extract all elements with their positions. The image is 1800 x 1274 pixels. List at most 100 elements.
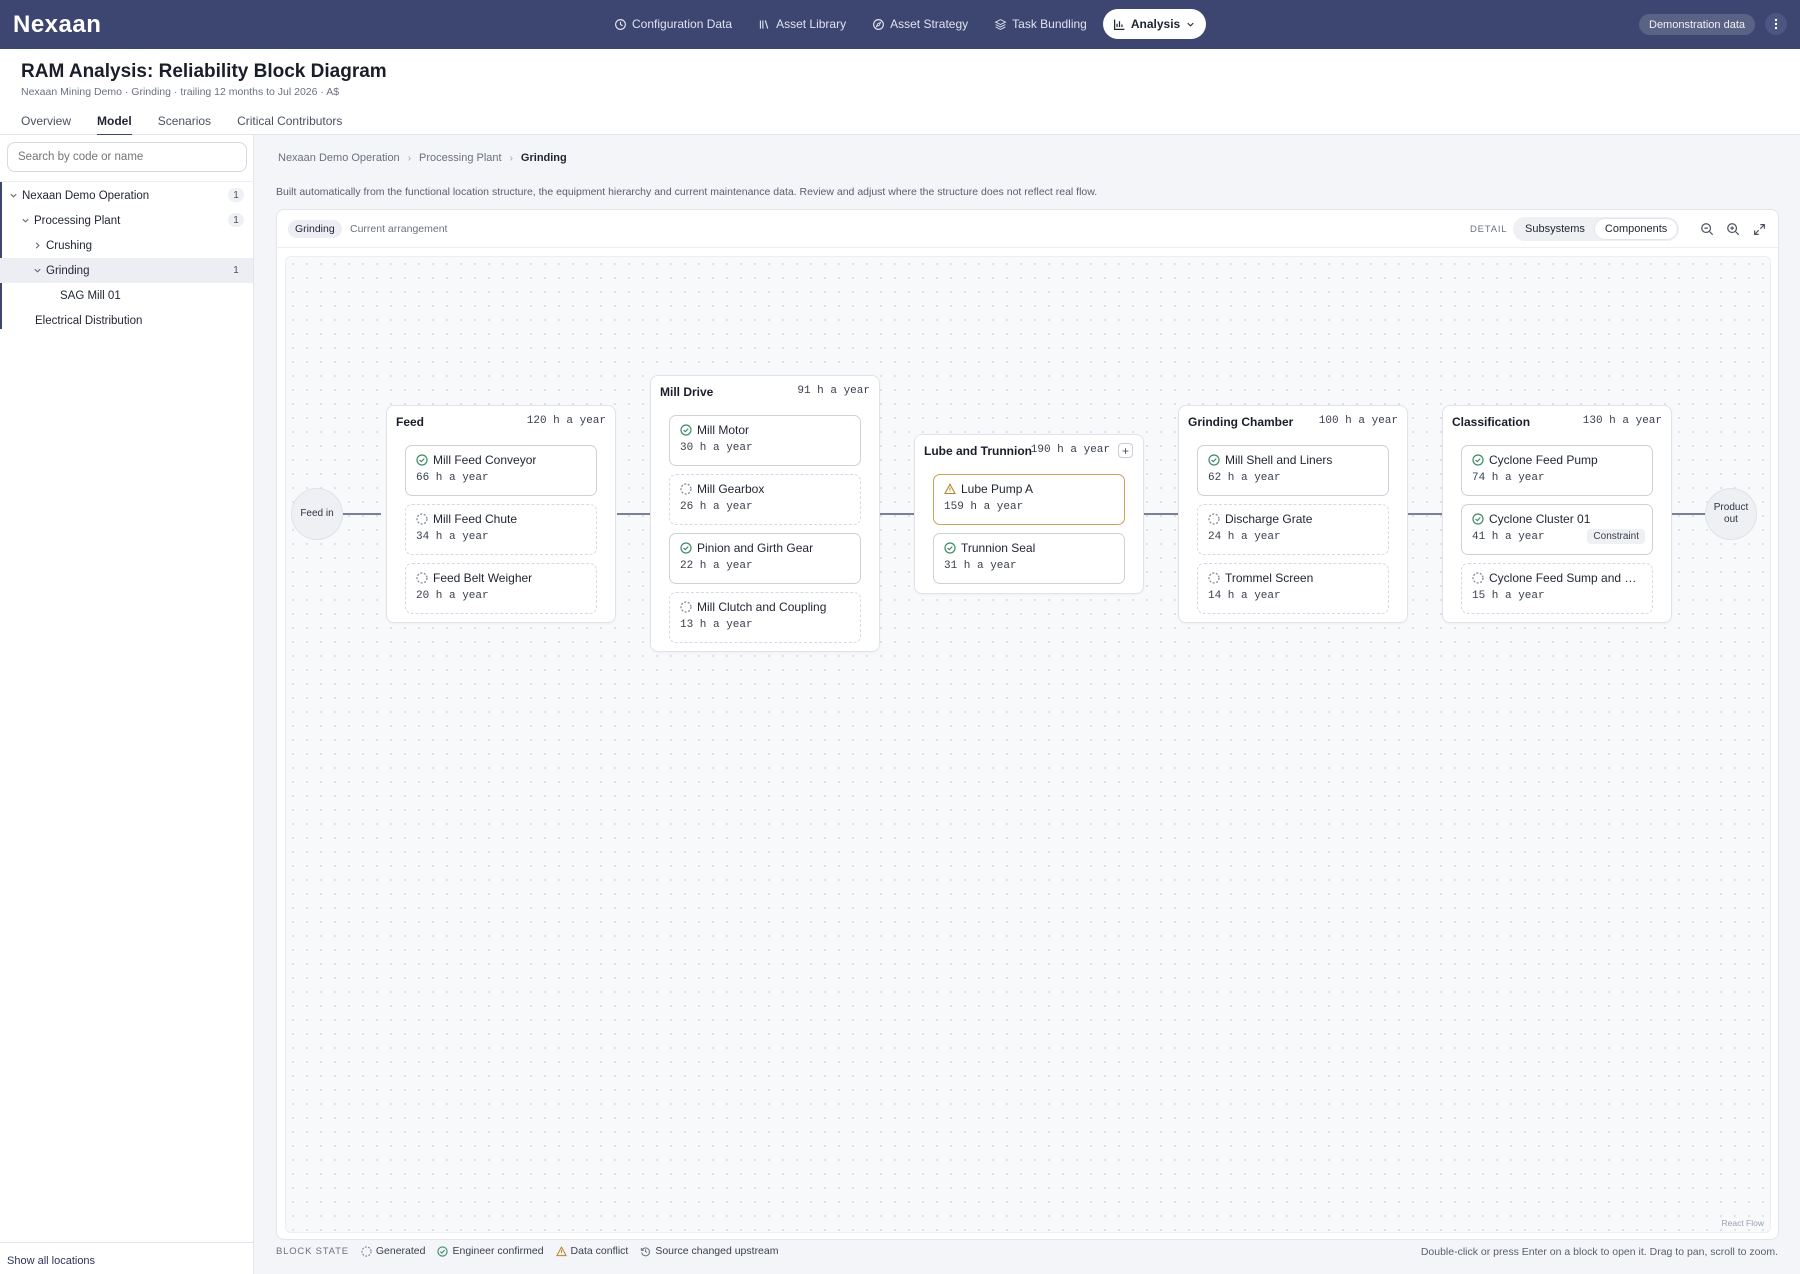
tree-item-grinding[interactable]: Grinding 1 [0,258,253,283]
component-name: Mill Feed Chute [433,512,518,526]
diagram-canvas[interactable]: Feed in Product out Feed 120 h a year Mi… [285,256,1771,1233]
nav-analysis[interactable]: Analysis [1102,9,1207,39]
component-block[interactable]: Trommel Screen 14 h a year [1197,563,1389,614]
nav-label: Asset Library [776,17,847,31]
check-circle-icon [680,542,692,554]
tree-item-count: 1 [228,213,244,227]
subsystem-lube-and-trunnion[interactable]: Lube and Trunnion 190 h a year + Lube Pu… [914,434,1144,594]
tab-overview[interactable]: Overview [21,107,71,135]
component-block[interactable]: Mill Shell and Liners 62 h a year [1197,445,1389,496]
component-hours: 14 h a year [1208,590,1281,602]
bar-chart-icon [1113,19,1125,30]
nav-label: Asset Strategy [890,17,969,31]
add-component-button[interactable]: + [1118,443,1133,458]
subsystem-feed[interactable]: Feed 120 h a year Mill Feed Conveyor 66 … [386,405,616,623]
clock-icon [615,18,626,30]
component-hours: 66 h a year [416,472,489,484]
feed-in-node[interactable]: Feed in [291,488,343,540]
chevron-down-icon [1187,22,1194,27]
breadcrumb-item[interactable]: Nexaan Demo Operation [278,152,400,164]
demonstration-data-badge[interactable]: Demonstration data [1639,14,1755,35]
tab-critical-contributors[interactable]: Critical Contributors [237,107,342,135]
component-block[interactable]: Mill Feed Conveyor 66 h a year [405,445,597,496]
sidebar-footer: Show all locations [0,1242,253,1274]
flow-connector [1672,513,1707,515]
component-block[interactable]: Mill Gearbox 26 h a year [669,474,861,525]
tree-item-count: 1 [233,264,239,276]
subsystem-mill-drive[interactable]: Mill Drive 91 h a year Mill Motor 30 h a… [650,375,880,652]
nav-asset-strategy[interactable]: Asset Strategy [862,9,978,39]
flow-connector [880,513,915,515]
chevron-down-icon[interactable] [32,266,42,276]
component-block[interactable]: Discharge Grate 24 h a year [1197,504,1389,555]
diagram-description: Built automatically from the functional … [276,186,1098,198]
fullscreen-button[interactable] [1751,221,1767,237]
subsystem-classification[interactable]: Classification 130 h a year Cyclone Feed… [1442,405,1672,623]
zoom-in-button[interactable] [1725,221,1741,237]
generated-icon [1472,572,1484,584]
page-header: RAM Analysis: Reliability Block Diagram … [0,49,1800,136]
more-vertical-icon [1774,18,1778,30]
breadcrumb: Nexaan Demo Operation › Processing Plant… [278,152,567,164]
component-block[interactable]: Cyclone Feed Pump 74 h a year [1461,445,1653,496]
component-name: Mill Motor [697,423,750,437]
tree-item-processing-plant[interactable]: Processing Plant 1 [0,208,253,233]
nav-asset-library[interactable]: Asset Library [748,9,856,39]
component-block[interactable]: Cyclone Feed Sump and … 15 h a year [1461,563,1653,614]
component-block[interactable]: Mill Feed Chute 34 h a year [405,504,597,555]
component-block[interactable]: Cyclone Cluster 01 41 h a year Constrain… [1461,504,1653,555]
subsystem-title: Classification [1452,415,1531,429]
component-block[interactable]: Feed Belt Weigher 20 h a year [405,563,597,614]
component-block[interactable]: Trunnion Seal 31 h a year [933,533,1125,584]
tree-item-nexaan-demo-operation[interactable]: Nexaan Demo Operation 1 [0,183,253,208]
breadcrumb-item[interactable]: Processing Plant [419,152,502,164]
flow-connector [343,513,381,515]
detail-subsystems-button[interactable]: Subsystems [1515,219,1595,239]
tab-scenarios[interactable]: Scenarios [158,107,211,135]
app-logo[interactable]: Nexaan [13,11,101,39]
warning-triangle-icon [555,1245,567,1256]
constraint-badge: Constraint [1587,529,1645,544]
tree-item-crushing[interactable]: Crushing [0,233,253,258]
subsystem-hours: 130 h a year [1582,415,1662,427]
check-circle-icon [1208,454,1220,466]
tree-item-label: Grinding [46,264,90,277]
tab-model[interactable]: Model [97,107,132,136]
detail-toggle: Subsystems Components [1513,217,1680,241]
show-all-locations-link[interactable]: Show all locations [7,1255,95,1267]
tree-item-sag-mill-01[interactable]: SAG Mill 01 [0,283,253,308]
tree-item-label: Electrical Distribution [35,314,143,327]
legend-label: BLOCK STATE [276,1245,349,1257]
detail-components-button[interactable]: Components [1594,219,1678,239]
product-out-node[interactable]: Product out [1705,488,1757,540]
nav-configuration-data[interactable]: Configuration Data [604,9,742,39]
component-block[interactable]: Pinion and Girth Gear 22 h a year [669,533,861,584]
react-flow-attribution[interactable]: React Flow [1721,1218,1764,1228]
check-circle-icon [680,424,692,436]
component-name: Pinion and Girth Gear [697,541,814,555]
component-block[interactable]: Lube Pump A 159 h a year [933,474,1125,525]
location-tree: Nexaan Demo Operation 1 Processing Plant… [0,181,254,327]
tree-item-label: Nexaan Demo Operation [22,189,150,202]
search-input[interactable] [18,151,246,163]
chevron-down-icon[interactable] [8,191,18,201]
nav-task-bundling[interactable]: Task Bundling [984,9,1097,39]
component-hours: 41 h a year [1472,531,1545,543]
flow-connector [1408,513,1443,515]
chevron-right-icon[interactable] [32,241,42,251]
component-hours: 159 h a year [944,501,1024,513]
flow-connector [1144,513,1179,515]
more-menu-button[interactable] [1765,13,1787,35]
component-block[interactable]: Mill Motor 30 h a year [669,415,861,466]
arrangement-label: Current arrangement [350,223,448,235]
history-icon [641,1246,651,1256]
zoom-out-button[interactable] [1699,221,1715,237]
subsystem-grinding-chamber[interactable]: Grinding Chamber 100 h a year Mill Shell… [1178,405,1408,623]
legend-item-label: Data conflict [570,1245,629,1257]
search-box[interactable] [7,142,247,172]
legend-item-label: Source changed upstream [655,1245,779,1257]
chevron-down-icon[interactable] [20,216,30,226]
component-block[interactable]: Mill Clutch and Coupling 13 h a year [669,592,861,643]
tree-item-electrical-distribution[interactable]: Electrical Distribution [0,308,253,333]
scope-chip[interactable]: Grinding [288,220,342,238]
